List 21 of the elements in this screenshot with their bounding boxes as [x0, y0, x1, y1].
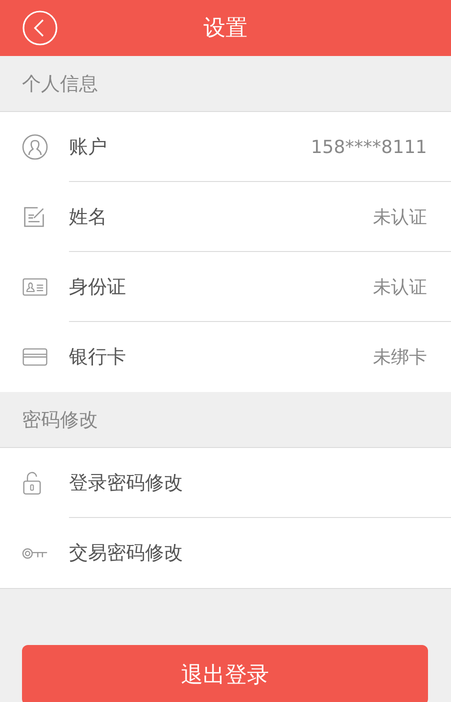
row-value: 158****8111: [310, 136, 427, 158]
edit-form-icon: [22, 205, 46, 229]
row-value: 未认证: [373, 206, 427, 229]
row-label: 账户: [69, 135, 107, 160]
row-label: 银行卡: [69, 345, 126, 370]
user-icon: [22, 134, 48, 160]
section-title: 个人信息: [22, 72, 98, 96]
row-value: 未绑卡: [373, 346, 427, 369]
unlocked-padlock-icon: [22, 471, 42, 495]
bank-card-icon: [22, 348, 48, 366]
id-card-icon: [22, 278, 48, 296]
row-label: 身份证: [69, 275, 126, 300]
key-icon: [22, 546, 48, 560]
row-label: 登录密码修改: [69, 471, 183, 496]
section-title: 密码修改: [22, 408, 98, 432]
row-label: 姓名: [69, 205, 107, 230]
row-label: 交易密码修改: [69, 541, 183, 566]
back-icon[interactable]: [22, 10, 58, 46]
page-title: 设置: [204, 15, 248, 43]
settings-row[interactable]: 交易密码修改: [22, 518, 451, 588]
row-value: 未认证: [373, 276, 427, 299]
